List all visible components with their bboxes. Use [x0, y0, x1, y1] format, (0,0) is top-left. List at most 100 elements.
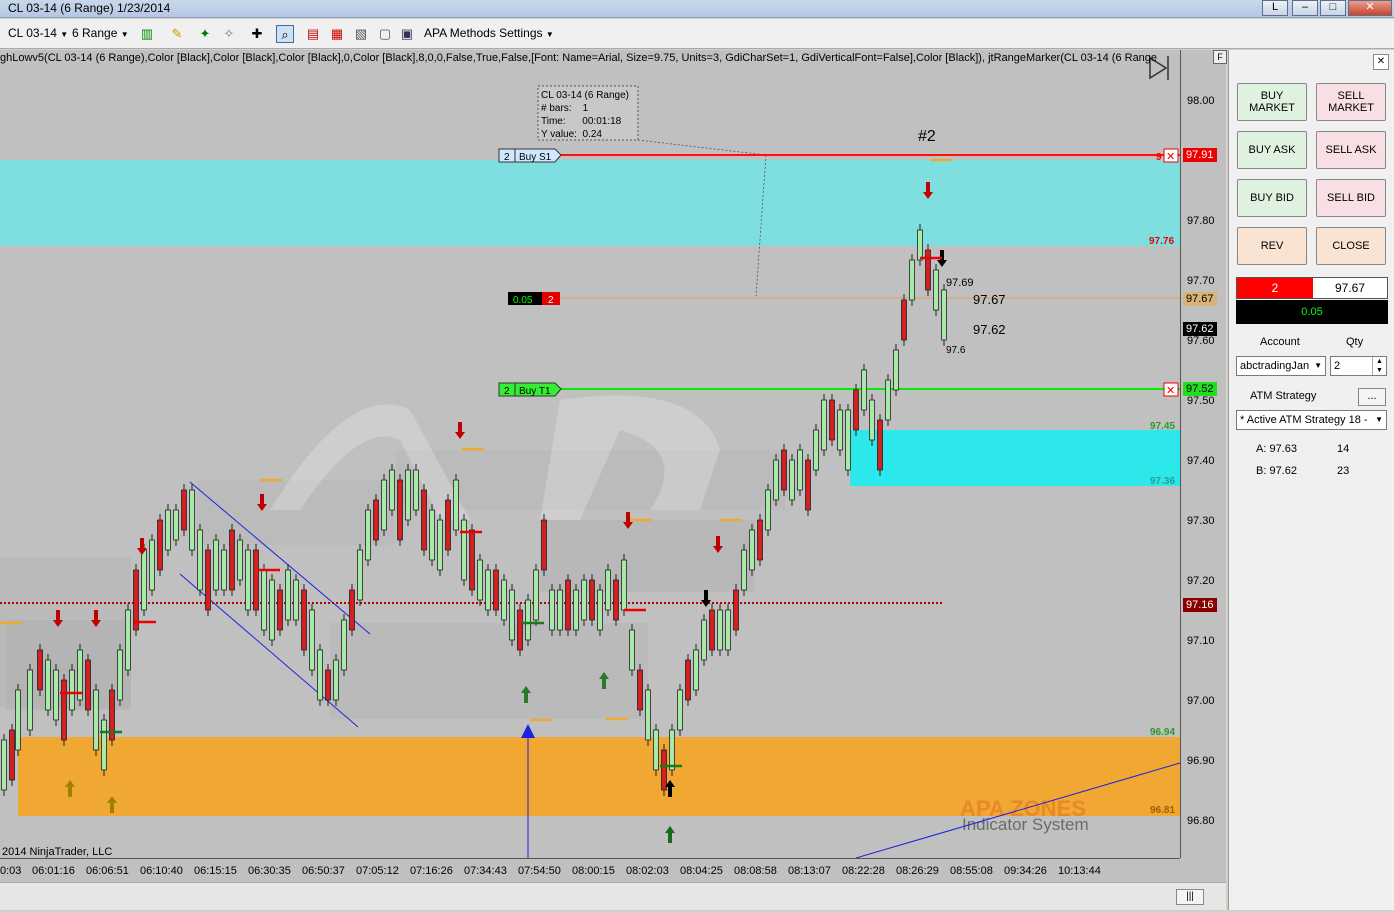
candle-body [621, 559, 627, 611]
sell-market-button[interactable]: SELL MARKET [1316, 83, 1386, 121]
candle-body [453, 479, 459, 531]
scroll-thumb[interactable]: ||| [1176, 889, 1204, 905]
candle-body [725, 609, 731, 651]
candle-body [229, 529, 235, 591]
candle-body [285, 569, 291, 621]
price-tick-label: 97.30 [1187, 515, 1215, 527]
time-tick-label: 07:34:43 [464, 865, 507, 877]
candle-body [669, 729, 675, 771]
candle-body [661, 749, 667, 791]
entry-price-tag: 97.67 [1183, 292, 1217, 306]
period-label: 6 Range [72, 26, 118, 40]
stop-order-tag[interactable]: 2 Buy S1 [498, 148, 562, 163]
properties-icon[interactable]: ▣ [398, 25, 416, 43]
time-axis[interactable]: 0:03 06:01:16 06:06:51 06:10:40 06:15:15 06:3… [0, 858, 1180, 882]
horizontal-scrollbar[interactable]: ||| [0, 882, 1226, 910]
candle-body [709, 609, 715, 651]
stop-price-tag: 97.91 [1183, 148, 1217, 162]
maximize-button[interactable]: □ [1320, 0, 1346, 16]
price-tick-label: 97.00 [1187, 695, 1215, 707]
f-button[interactable]: F [1213, 50, 1227, 64]
chart-trader-icon[interactable]: ▤ [304, 25, 322, 43]
candle-body [197, 529, 203, 591]
buy-ask-button[interactable]: BUY ASK [1237, 131, 1307, 169]
tooltip-line-4: Y value: 0.24 [541, 129, 602, 140]
window-title: CL 03-14 (6 Range) 1/23/2014 [8, 1, 171, 15]
candle-body [517, 609, 523, 651]
order-panel-icon[interactable]: ▦ [328, 25, 346, 43]
atm-strategy-options-button[interactable]: ... [1358, 388, 1386, 406]
candle-body [941, 289, 947, 341]
candle-body [173, 509, 179, 541]
target-order-close[interactable]: ✕ [1163, 382, 1179, 397]
minimize-button[interactable]: – [1292, 0, 1318, 16]
data-box-icon[interactable]: ▧ [352, 25, 370, 43]
candle-body [37, 649, 43, 691]
target-price-tag: 97.52 [1183, 382, 1217, 396]
apa-methods-menu[interactable]: APA Methods Settings ▼ [424, 26, 554, 40]
price-axis[interactable]: 98.00 97.80 97.70 97.60 97.50 97.40 97.30 97.20… [1180, 50, 1226, 858]
template-icon[interactable]: ▢ [376, 25, 394, 43]
sell-bid-button[interactable]: SELL BID [1316, 179, 1386, 217]
buy-market-button[interactable]: BUY MARKET [1237, 83, 1307, 121]
target-order-qty: 2 [504, 386, 510, 397]
instrument-label: CL 03-14 [8, 26, 57, 40]
zone-label: 97.76 [1149, 236, 1174, 247]
reverse-button[interactable]: REV [1237, 227, 1307, 265]
time-tick-label: 08:02:03 [626, 865, 669, 877]
candle-body [101, 719, 107, 771]
crosshair-icon[interactable]: ✚ [248, 25, 266, 43]
panel-close-button[interactable]: ✕ [1373, 54, 1389, 70]
candle-body [765, 489, 771, 531]
stop-order-label: Buy S1 [519, 152, 552, 163]
atm-strategy-select[interactable]: * Active ATM Strategy 18 - ▼ [1236, 410, 1387, 430]
time-tick-label: 06:06:51 [86, 865, 129, 877]
time-tick-label: 07:54:50 [518, 865, 561, 877]
target-order-label: Buy T1 [519, 386, 551, 397]
unrealized-pnl: 0.05 [1236, 300, 1388, 324]
quantity-stepper[interactable]: 2 ▲ ▼ [1330, 356, 1387, 376]
tooltip-line-2: # bars: 1 [541, 103, 589, 114]
candle-body [53, 669, 59, 721]
candle-body [149, 539, 155, 591]
strategy-icon[interactable]: ✧ [220, 25, 238, 43]
price-chart[interactable]: APA ZONES Indicator System 2 Buy S1 2 Bu… [0, 50, 1180, 858]
spin-up-icon[interactable]: ▲ ▼ [1372, 357, 1386, 375]
account-select[interactable]: abctradingJan ▼ [1236, 356, 1326, 376]
zoom-icon[interactable]: ⌕ [276, 25, 294, 43]
candle-body [925, 249, 931, 291]
candle-body [213, 539, 219, 591]
candle-body [917, 229, 923, 261]
candle-body [877, 419, 883, 471]
price-tick-label: 97.70 [1187, 275, 1215, 287]
chevron-down-icon: ▼ [60, 30, 69, 39]
candle-body [541, 519, 547, 571]
target-order-tag[interactable]: 2 Buy T1 [498, 382, 562, 397]
time-tick-label: 08:00:15 [572, 865, 615, 877]
candle-body [557, 589, 563, 631]
candle-body [301, 589, 307, 651]
zone-label: 96.81 [1150, 805, 1175, 816]
indicator-icon[interactable]: ✦ [196, 25, 214, 43]
close-position-button[interactable]: CLOSE [1316, 227, 1386, 265]
bar-type-icon[interactable]: ▥ [138, 25, 156, 43]
stop-order-close[interactable]: ✕ [1163, 148, 1179, 163]
tooltip-line-1: CL 03-14 (6 Range) [541, 90, 629, 101]
restore-button[interactable]: L [1262, 0, 1288, 16]
time-tick-label: 06:01:16 [32, 865, 75, 877]
instrument-selector[interactable]: CL 03-14 ▼ [8, 26, 68, 40]
buy-bid-button[interactable]: BUY BID [1237, 179, 1307, 217]
drawing-tool-icon[interactable]: ✎ [168, 25, 186, 43]
zone-label: 9 [1156, 152, 1162, 163]
sell-ask-button[interactable]: SELL ASK [1316, 131, 1386, 169]
close-window-button[interactable]: ✕ [1348, 0, 1392, 16]
period-selector[interactable]: 6 Range ▼ [72, 26, 129, 40]
candle-body [421, 489, 427, 551]
bid-price: B: 97.62 [1256, 465, 1297, 477]
candle-body [773, 459, 779, 501]
price-tick-label: 97.10 [1187, 635, 1215, 647]
candle-body [125, 609, 131, 671]
position-pnl-tag[interactable]: 0.05 2 [508, 292, 560, 306]
atm-strategy-label: ATM Strategy [1250, 390, 1317, 402]
candle-body [9, 729, 15, 781]
